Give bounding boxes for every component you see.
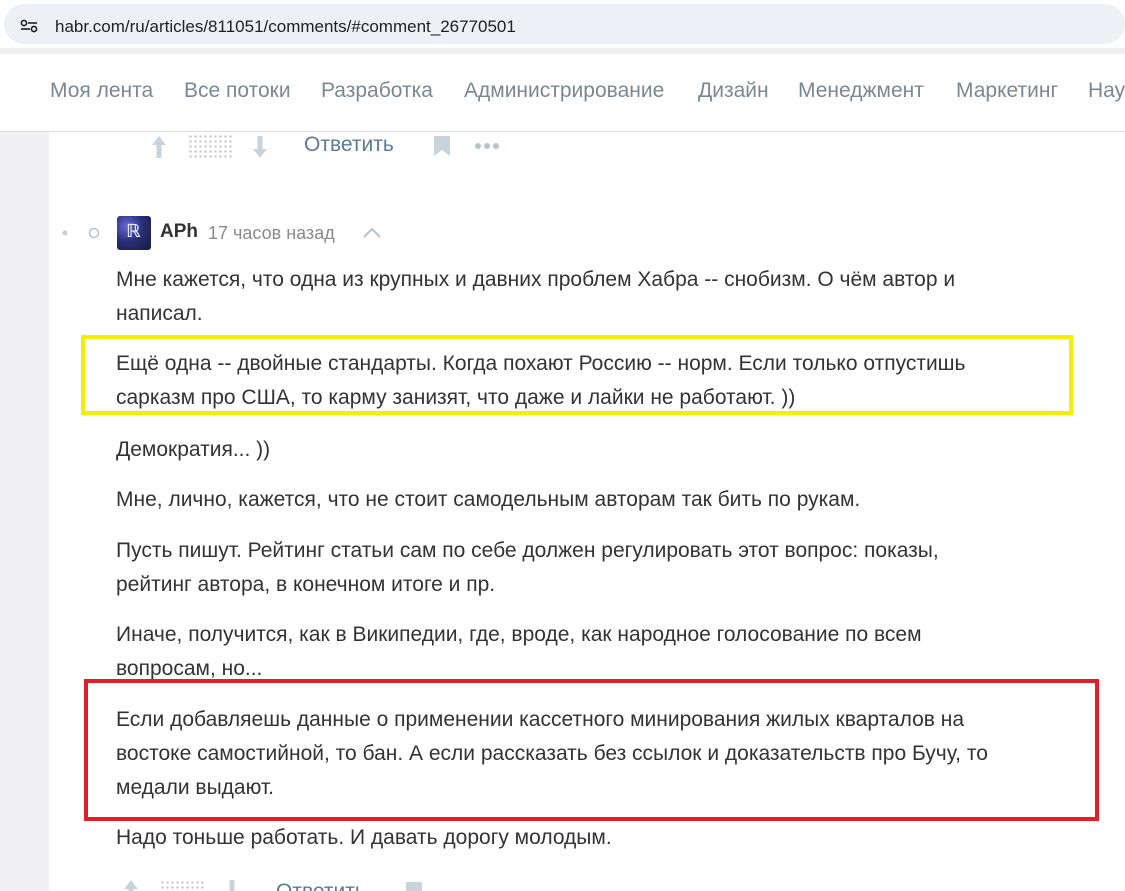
comment-author[interactable]: APh (160, 221, 198, 243)
highlight-box-red (84, 679, 1099, 821)
nav-item-all-streams[interactable]: Все потоки (184, 79, 291, 103)
thread-circle-icon[interactable] (88, 227, 100, 239)
rating-hidden-dots (188, 134, 232, 158)
bookmark-icon[interactable] (405, 881, 423, 891)
nav-item-design[interactable]: Дизайн (698, 79, 769, 103)
reply-link[interactable]: Ответить (304, 133, 394, 157)
avatar-glyph-icon: ℝ (126, 221, 141, 242)
downvote-arrow-icon[interactable] (252, 135, 268, 159)
comment-paragraph: Надо тоньше работать. И давать дорогу мо… (116, 826, 612, 849)
nav-item-marketing[interactable]: Маркетинг (956, 79, 1058, 103)
comment-time[interactable]: 17 часов назад (208, 223, 335, 244)
thread-dot-icon (62, 230, 68, 236)
upvote-arrow-icon[interactable] (123, 879, 139, 891)
comments-section: Ответить ℝ APh 17 часов назад Мне кажетс… (49, 132, 1125, 891)
comment-paragraph: Демократия... )) (116, 438, 271, 461)
nav-item-management[interactable]: Менеджмент (798, 79, 924, 103)
upvote-arrow-icon[interactable] (151, 135, 167, 159)
url-field[interactable]: habr.com/ru/articles/811051/comments/#co… (4, 4, 1125, 44)
hubs-navigation: Моя лента Все потоки Разработка Админист… (0, 54, 1125, 132)
rating-hidden-dots (160, 880, 204, 891)
nav-item-administration[interactable]: Администрирование (464, 79, 664, 103)
comment-paragraph: Мне кажется, что одна из крупных и давни… (116, 268, 956, 325)
url-text[interactable]: habr.com/ru/articles/811051/comments/#co… (55, 17, 516, 37)
chevron-up-icon[interactable] (362, 227, 382, 239)
browser-address-bar: habr.com/ru/articles/811051/comments/#co… (0, 0, 1125, 48)
comment-paragraph: Иначе, получится, как в Википедии, где, … (116, 623, 922, 680)
comment-paragraph: Пусть пишут. Рейтинг статьи сам по себе … (116, 539, 939, 596)
downvote-arrow-icon[interactable] (224, 879, 240, 891)
site-settings-icon[interactable] (20, 19, 38, 33)
more-options-icon[interactable] (474, 142, 500, 150)
nav-item-development[interactable]: Разработка (321, 79, 433, 103)
highlight-box-yellow (81, 335, 1073, 415)
reply-link[interactable]: Ответить (276, 880, 366, 891)
nav-item-science[interactable]: Нау (1088, 79, 1125, 103)
comment-paragraph: Мне, лично, кажется, что не стоит самоде… (116, 488, 861, 511)
nav-item-my-feed[interactable]: Моя лента (50, 79, 153, 103)
avatar[interactable]: ℝ (117, 216, 151, 250)
bookmark-icon[interactable] (433, 135, 451, 157)
